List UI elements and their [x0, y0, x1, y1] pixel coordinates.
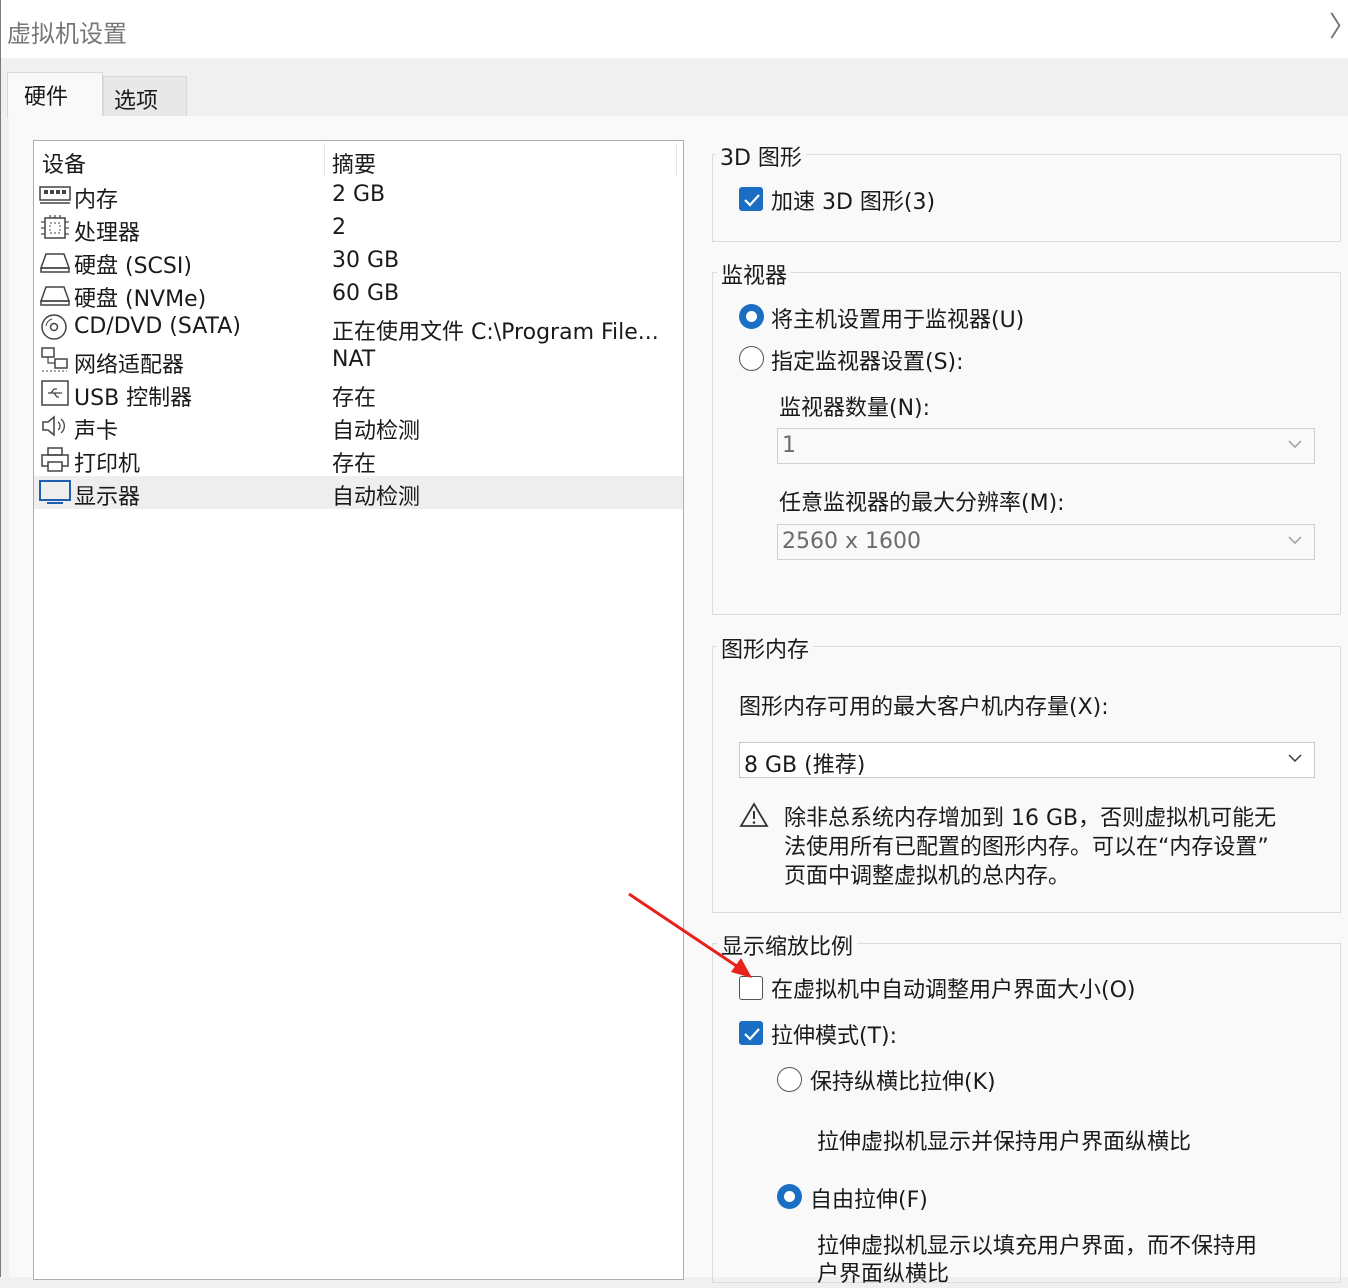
specify-monitor-radio[interactable] — [739, 346, 764, 371]
graphics-memory-value: 8 GB (推荐) — [744, 753, 866, 778]
chevron-down-icon — [1288, 754, 1302, 762]
device-summary: 自动检测 — [332, 485, 421, 510]
autofit-ui-label[interactable]: 在虚拟机中自动调整用户界面大小(O) — [771, 972, 1135, 1004]
monitor-count-select[interactable]: 1 — [777, 428, 1315, 464]
device-summary: 30 GB — [332, 248, 400, 273]
device-name: 硬盘 (NVMe) — [74, 287, 207, 312]
use-host-monitor-label[interactable]: 将主机设置用于监视器(U) — [771, 302, 1024, 334]
device-row-hdd-scsi[interactable]: 硬盘 (SCSI) 30 GB — [34, 245, 683, 279]
device-summary: 存在 — [332, 386, 377, 411]
processor-icon — [41, 215, 69, 239]
free-stretch-radio[interactable] — [777, 1184, 802, 1209]
close-icon[interactable]: 〉 — [1329, 12, 1348, 46]
warning-icon — [739, 802, 769, 827]
speaker-icon — [42, 415, 65, 437]
specify-monitor-label[interactable]: 指定监视器设置(S): — [771, 344, 964, 376]
column-divider[interactable] — [676, 143, 677, 177]
max-resolution-label: 任意监视器的最大分辨率(M): — [779, 491, 1065, 516]
device-list-header: 设备 摘要 — [34, 141, 683, 179]
window-title: 虚拟机设置 — [7, 20, 127, 48]
device-name: CD/DVD (SATA) — [74, 314, 241, 339]
keep-aspect-radio[interactable] — [777, 1067, 802, 1092]
device-row-processor[interactable]: 处理器 2 — [34, 212, 683, 246]
stretch-mode-checkbox[interactable] — [739, 1021, 763, 1045]
column-divider[interactable] — [324, 143, 325, 177]
use-host-monitor-radio[interactable] — [739, 304, 764, 329]
device-row-cd-dvd[interactable]: CD/DVD (SATA) 正在使用文件 C:\Program File... — [34, 311, 683, 345]
device-summary: 2 — [332, 215, 346, 240]
max-resolution-value: 2560 x 1600 — [782, 529, 921, 554]
printer-icon — [41, 447, 69, 472]
free-stretch-label[interactable]: 自由拉伸(F) — [810, 1182, 928, 1214]
device-summary: 60 GB — [332, 281, 400, 306]
group-title-graphics-memory: 图形内存 — [717, 632, 814, 664]
checkmark-icon — [744, 194, 760, 207]
vm-settings-window: 虚拟机设置 〉 硬件 选项 设备 摘要 内存 2 GB 处理器 2 — [0, 0, 1348, 1287]
device-summary: 2 GB — [332, 182, 386, 207]
device-name: 打印机 — [74, 452, 141, 477]
graphics-memory-label: 图形内存可用的最大客户机内存量(X): — [739, 695, 1109, 720]
column-header-device[interactable]: 设备 — [42, 147, 86, 179]
chevron-down-icon — [1288, 536, 1302, 544]
keep-aspect-label[interactable]: 保持纵横比拉伸(K) — [810, 1064, 996, 1096]
accelerate-3d-label[interactable]: 加速 3D 图形(3) — [771, 184, 935, 216]
group-title-monitors: 监视器 — [717, 258, 792, 290]
tab-options[interactable]: 选项 — [103, 76, 187, 116]
device-summary: 正在使用文件 C:\Program File... — [332, 320, 659, 345]
device-name: 内存 — [74, 188, 119, 213]
graphics-memory-select[interactable]: 8 GB (推荐) — [739, 742, 1315, 778]
hard-disk-icon — [39, 286, 71, 306]
device-row-printer[interactable]: 打印机 存在 — [34, 443, 683, 477]
device-name: USB 控制器 — [74, 386, 193, 411]
chevron-down-icon — [1288, 440, 1302, 448]
device-list[interactable]: 设备 摘要 内存 2 GB 处理器 2 硬盘 (SCSI) 30 GB 硬盘 (… — [33, 140, 684, 1280]
warning-text-line: 法使用所有已配置的图形内存。可以在“内存设置” — [784, 835, 1269, 860]
warning-text-line: 除非总系统内存增加到 16 GB，否则虚拟机可能无 — [784, 806, 1277, 831]
tab-bar: 硬件 — [1, 58, 1348, 118]
device-row-network[interactable]: 网络适配器 NAT — [34, 344, 683, 378]
device-name: 硬盘 (SCSI) — [74, 254, 192, 279]
stretch-mode-label[interactable]: 拉伸模式(T): — [771, 1018, 897, 1050]
device-name: 网络适配器 — [74, 353, 185, 378]
tab-hardware[interactable]: 硬件 — [7, 72, 103, 118]
device-summary: 存在 — [332, 452, 377, 477]
max-resolution-select[interactable]: 2560 x 1600 — [777, 524, 1315, 560]
free-stretch-description: 户界面纵横比 — [817, 1262, 950, 1287]
annotation-arrow-icon — [628, 892, 752, 978]
device-name: 处理器 — [74, 221, 141, 246]
monitor-count-label: 监视器数量(N): — [779, 396, 931, 421]
device-row-sound[interactable]: 声卡 自动检测 — [34, 410, 683, 444]
keep-aspect-description: 拉伸虚拟机显示并保持用户界面纵横比 — [817, 1130, 1192, 1155]
device-name: 显示器 — [74, 485, 141, 510]
device-row-memory[interactable]: 内存 2 GB — [34, 179, 683, 213]
device-row-usb[interactable]: USB 控制器 存在 — [34, 377, 683, 411]
monitor-icon — [39, 480, 71, 504]
group-title-3d-graphics: 3D 图形 — [716, 140, 806, 172]
column-header-summary[interactable]: 摘要 — [332, 147, 376, 179]
usb-icon — [41, 380, 69, 406]
cd-dvd-icon — [41, 314, 67, 340]
title-bar: 虚拟机设置 〉 — [1, 0, 1348, 58]
memory-icon — [39, 186, 71, 204]
device-row-hdd-nvme[interactable]: 硬盘 (NVMe) 60 GB — [34, 278, 683, 312]
network-adapter-icon — [41, 347, 68, 372]
device-summary: NAT — [332, 347, 376, 372]
device-name: 声卡 — [74, 419, 119, 444]
checkmark-icon — [744, 1028, 760, 1041]
device-summary: 自动检测 — [332, 419, 421, 444]
monitor-count-value: 1 — [782, 433, 796, 458]
hard-disk-icon — [39, 253, 71, 273]
warning-text-line: 页面中调整虚拟机的总内存。 — [784, 864, 1071, 889]
tab-content: 设备 摘要 内存 2 GB 处理器 2 硬盘 (SCSI) 30 GB 硬盘 (… — [9, 116, 1348, 1287]
accelerate-3d-checkbox[interactable] — [739, 187, 763, 211]
device-row-display[interactable]: 显示器 自动检测 — [34, 476, 683, 510]
